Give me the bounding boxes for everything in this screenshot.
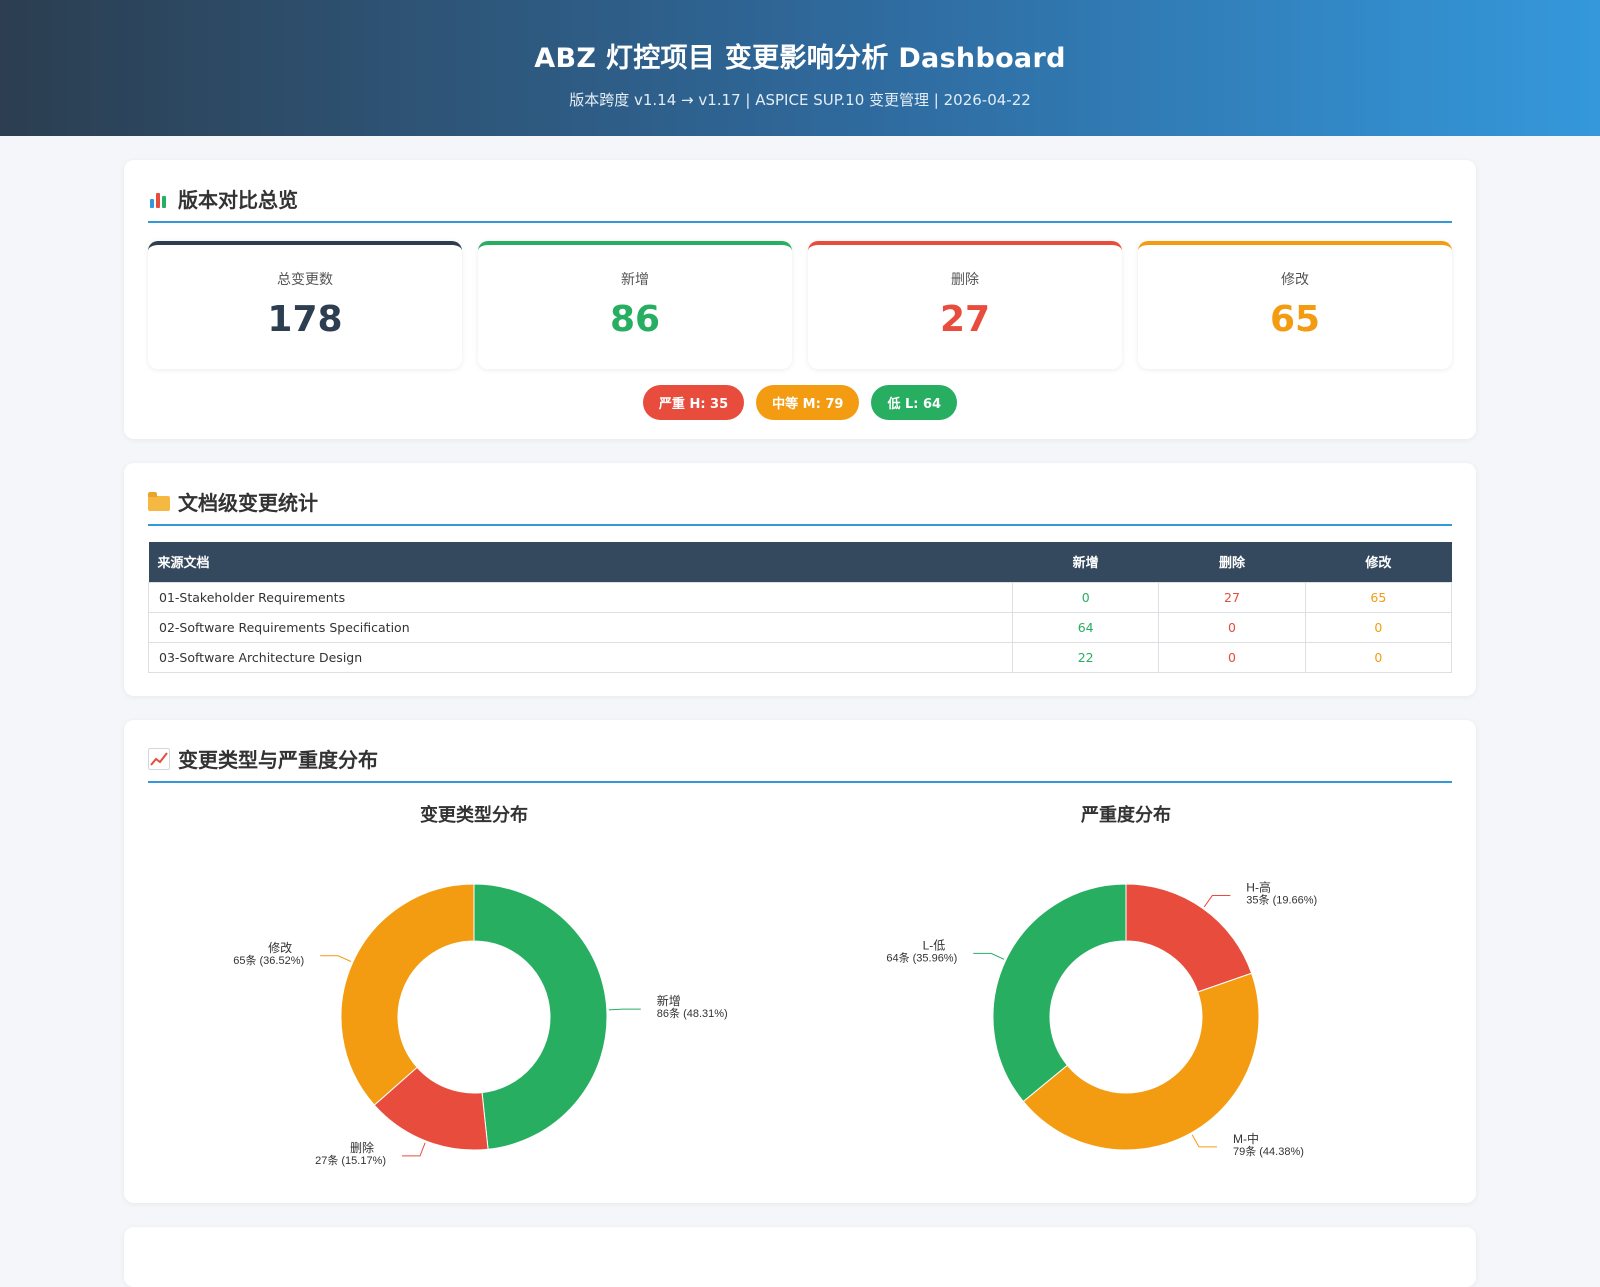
distribution-title: 变更类型与严重度分布 [148,744,1452,783]
type-donut-chart: 新增86条 (48.31%) 删除27条 (15.17%) 修改65条 (36.52… [233,883,728,1167]
donut-slice-2[interactable] [340,883,475,1106]
charts-row: 变更类型分布 新增 86条 (48.31%) 删除 27条 (15.17%) 修改 65条… [148,797,1452,1212]
donut-slice-0[interactable] [1125,883,1253,993]
stat-card-deleted: 删除 27 [808,241,1122,369]
cell-add: 0 [1011,581,1160,613]
stat-label: 总变更数 [277,272,333,288]
col-header-del: 删除 [1158,542,1306,582]
slice-label-value: 35条 (19.66%) [1246,893,1317,907]
folder-icon [148,492,170,511]
col-header-add: 新增 [1012,542,1159,582]
table-row: 02-Software Requirements Specification 6… [148,611,1453,643]
cell-add: 64 [1011,611,1160,643]
cell-mod: 65 [1304,581,1453,613]
doc-stats-card: 文档级变更统计 来源文档 新增 删除 修改 01-Stakeholder Req… [124,463,1476,696]
slice-label-name: L-低 [923,938,946,952]
cell-mod: 0 [1304,641,1453,673]
cell-mod: 0 [1304,611,1453,643]
severity-badges: 严重 H: 35 中等 M: 79 低 L: 64 [148,385,1452,420]
severity-donut-chart: H-高35条 (19.66%) M-中79条 (44.38%) L-低64条 (35… [886,880,1317,1158]
stat-card-added: 新增 86 [478,241,792,369]
severity-badge-low: 低 L: 64 [871,385,958,420]
doc-stats-title-text: 文档级变更统计 [178,491,318,515]
table-header-row: 来源文档 新增 删除 修改 [148,542,1452,582]
cell-del: 0 [1158,611,1306,643]
stat-card-total: 总变更数 178 [148,241,462,369]
cell-del: 0 [1158,641,1306,673]
type-chart: 变更类型分布 新增 86条 (48.31%) 删除 27条 (15.17%) 修改 65条… [148,797,800,1212]
chart-title: 严重度分布 [1081,805,1171,826]
leader-line-2 [320,955,352,962]
donut-slice-0[interactable] [473,883,608,1150]
overview-title: 版本对比总览 [148,184,1452,223]
slice-label-value: 79条 (44.38%) [1233,1144,1304,1158]
overview-title-text: 版本对比总览 [178,188,298,212]
doc-stats-table: 来源文档 新增 删除 修改 01-Stakeholder Requirement… [148,542,1453,673]
severity-badge-high: 严重 H: 35 [642,385,745,420]
slice-label-value: 86条 (48.31%) [657,1006,728,1020]
leader-line-2 [973,952,1005,960]
bar-chart-icon [148,188,170,210]
cell-doc: 02-Software Requirements Specification [148,611,1013,643]
slice-label-value: 65条 (36.52%) [233,953,304,967]
page-subtitle: 版本跨度 v1.14 → v1.17 | ASPICE SUP.10 变更管理 … [569,91,1031,109]
overview-card: 版本对比总览 总变更数 178 新增 86 删除 27 修改 65 严重 H: … [124,160,1476,439]
stat-label: 删除 [951,272,979,288]
stat-card-modified: 修改 65 [1138,241,1452,369]
trend-chart-icon [148,747,170,770]
distribution-card: 变更类型与严重度分布 变更类型分布 新增 86条 (48.31%) 删除 27条 (1… [124,720,1476,1203]
severity-badge-medium: 中等 M: 79 [756,385,860,420]
slice-label-name: 新增 [657,993,681,1008]
stat-label: 新增 [621,272,649,288]
severity-chart: 严重度分布 H-高 35条 (19.66%) M-中 79条 (44.38%) L-低 6… [800,797,1452,1212]
cell-add: 22 [1011,641,1160,673]
slice-label-name: M-中 [1233,1131,1259,1146]
cell-doc: 03-Software Architecture Design [148,641,1013,673]
slice-label-value: 64条 (35.96%) [886,950,957,964]
stat-label: 修改 [1281,272,1309,288]
stat-value: 178 [267,299,343,340]
cell-doc: 01-Stakeholder Requirements [148,581,1013,613]
doc-stats-title: 文档级变更统计 [148,487,1452,526]
cell-del: 27 [1158,581,1306,613]
stat-value: 27 [939,299,991,340]
distribution-title-text: 变更类型与严重度分布 [178,748,378,772]
col-header-doc: 来源文档 [148,542,1013,582]
table-row: 03-Software Architecture Design 22 0 0 [148,641,1453,673]
slice-label-name: 修改 [268,940,292,955]
page-title: ABZ 灯控项目 变更影响分析 Dashboard [534,43,1066,74]
chart-title: 变更类型分布 [420,805,528,826]
stat-value: 86 [609,299,661,340]
leader-line-0 [608,1008,641,1011]
stat-cards: 总变更数 178 新增 86 删除 27 修改 65 [148,241,1452,369]
donut-slice-2[interactable] [992,883,1127,1103]
slice-label-name: H-高 [1246,880,1271,895]
leader-line-1 [402,1142,426,1157]
leader-line-0 [1203,895,1231,908]
slice-label-value: 27条 (15.17%) [315,1153,386,1167]
slice-label-name: 删除 [350,1140,374,1155]
table-row: 01-Stakeholder Requirements 0 27 65 [148,581,1453,613]
col-header-mod: 修改 [1305,542,1452,582]
dashboard-header: ABZ 灯控项目 变更影响分析 Dashboard 版本跨度 v1.14 → v… [0,0,1600,136]
leader-line-1 [1191,1134,1217,1148]
next-section-card [124,1227,1476,1287]
stat-value: 65 [1269,299,1321,340]
